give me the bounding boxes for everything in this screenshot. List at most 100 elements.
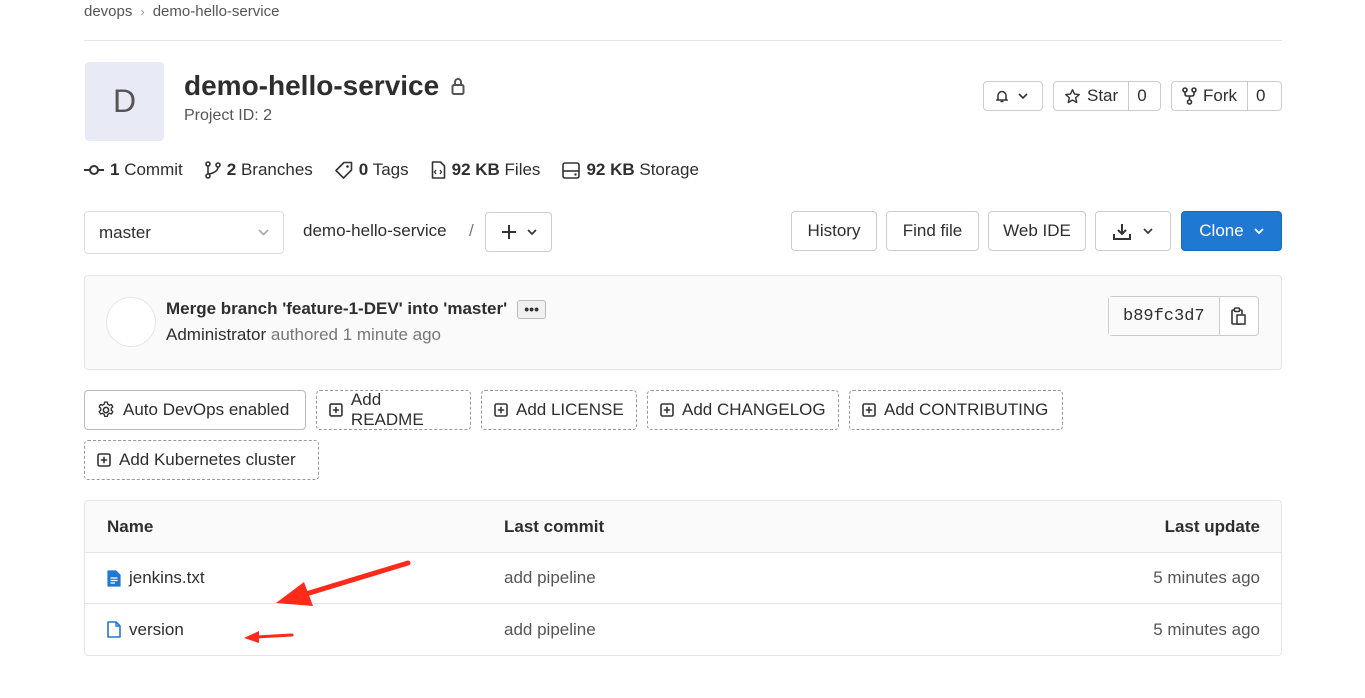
- clone-label: Clone: [1199, 221, 1244, 240]
- commit-icon: [84, 165, 104, 175]
- lock-icon: [451, 78, 465, 95]
- star-button[interactable]: Star 0: [1053, 81, 1161, 111]
- project-name: demo-hello-service: [184, 70, 440, 101]
- commits-count: 1: [110, 160, 120, 179]
- star-count[interactable]: 0: [1128, 82, 1154, 110]
- add-readme-label: Add README: [350, 390, 424, 429]
- divider: [84, 40, 1282, 41]
- breadcrumb: devops › demo-hello-service: [84, 3, 279, 20]
- add-file-dropdown[interactable]: [485, 212, 552, 252]
- path-separator: /: [469, 221, 474, 240]
- add-license-label: Add LICENSE: [516, 400, 624, 419]
- chevron-down-icon: [526, 229, 537, 235]
- plus-square-icon: [494, 403, 508, 417]
- plus-square-icon: [329, 403, 343, 417]
- stat-tags[interactable]: 0 Tags: [334, 160, 409, 180]
- download-dropdown[interactable]: [1095, 211, 1171, 251]
- add-kubernetes-label: Add Kubernetes cluster: [119, 450, 296, 469]
- add-kubernetes-cluster-button[interactable]: Add Kubernetes cluster: [84, 440, 319, 480]
- file-tree-table: Name Last commit Last update jenkins.txt…: [84, 500, 1282, 656]
- branch-dropdown[interactable]: master: [84, 211, 284, 254]
- commit-meta: Administrator authored 1 minute ago: [166, 325, 441, 345]
- file-code-icon: [431, 161, 445, 179]
- add-changelog-button[interactable]: Add CHANGELOG: [647, 390, 839, 430]
- project-id: Project ID: 2: [184, 107, 273, 124]
- plus-square-icon: [97, 453, 111, 467]
- clone-button[interactable]: Clone: [1181, 211, 1282, 251]
- auto-devops-label: Auto DevOps enabled: [123, 400, 290, 419]
- file-commit-link[interactable]: add pipeline: [504, 568, 596, 588]
- file-text-icon: [107, 569, 121, 587]
- file-name-cell: jenkins.txt: [107, 568, 205, 588]
- project-avatar-letter: D: [112, 83, 137, 119]
- storage-label: Storage: [639, 160, 699, 179]
- storage-icon: [562, 161, 581, 179]
- gear-icon: [98, 401, 114, 418]
- commits-label: Commit: [124, 160, 183, 179]
- header-name: Name: [107, 516, 154, 536]
- file-link[interactable]: version: [129, 620, 184, 640]
- branches-count: 2: [226, 160, 237, 179]
- history-button[interactable]: History: [791, 211, 877, 251]
- stat-branches[interactable]: 2 Branches: [204, 160, 313, 180]
- tag-icon: [334, 161, 353, 179]
- header-last-commit: Last commit: [504, 516, 605, 536]
- plus-square-icon: [862, 403, 876, 417]
- storage-size: 92 KB: [586, 160, 635, 179]
- fork-count[interactable]: 0: [1247, 82, 1273, 110]
- auto-devops-button[interactable]: Auto DevOps enabled: [84, 390, 306, 430]
- add-contributing-button[interactable]: Add CONTRIBUTING: [849, 390, 1063, 430]
- repo-path-link[interactable]: demo-hello-service: [303, 221, 447, 241]
- avatar[interactable]: [106, 297, 156, 347]
- notification-dropdown[interactable]: [983, 81, 1043, 111]
- stat-files[interactable]: 92 KB Files: [431, 160, 541, 180]
- file-updated: 5 minutes ago: [1153, 568, 1260, 587]
- project-stats: 1 Commit 2 Branches 0 Tags 92 KB Files 9…: [84, 160, 699, 180]
- chevron-down-icon: [1254, 228, 1264, 234]
- find-file-button[interactable]: Find file: [886, 211, 979, 251]
- web-ide-button[interactable]: Web IDE: [988, 211, 1086, 251]
- commit-sha-group: b89fc3d7: [1108, 296, 1259, 336]
- stat-storage[interactable]: 92 KB Storage: [562, 160, 699, 180]
- file-link[interactable]: jenkins.txt: [129, 568, 205, 588]
- tags-label: Tags: [372, 160, 409, 179]
- fork-icon: [1182, 87, 1197, 105]
- stat-commits[interactable]: 1 Commit: [84, 160, 183, 180]
- last-commit-panel: Merge branch 'feature-1-DEV' into 'maste…: [84, 275, 1282, 370]
- files-size: 92 KB: [451, 160, 500, 179]
- file-updated: 5 minutes ago: [1153, 619, 1260, 639]
- branches-label: Branches: [240, 160, 313, 179]
- table-header: Name Last commit Last update: [85, 501, 1281, 553]
- breadcrumb-project-link[interactable]: demo-hello-service: [153, 3, 280, 20]
- commit-title: Merge branch 'feature-1-DEV' into 'maste…: [166, 299, 547, 319]
- table-row[interactable]: version add pipeline 5 minutes ago: [85, 604, 1281, 655]
- commit-message-link[interactable]: Merge branch 'feature-1-DEV' into 'maste…: [166, 299, 507, 319]
- copy-sha-button[interactable]: [1220, 297, 1258, 335]
- chevron-down-icon: [1143, 228, 1153, 234]
- file-commit-link[interactable]: add pipeline: [504, 620, 596, 640]
- add-license-button[interactable]: Add LICENSE: [481, 390, 637, 430]
- branch-name: master: [99, 222, 151, 242]
- download-icon: [1113, 223, 1131, 240]
- breadcrumb-group-link[interactable]: devops: [84, 3, 132, 20]
- commit-author-link[interactable]: Administrator: [166, 325, 266, 344]
- bell-icon: [996, 90, 1008, 102]
- fork-button[interactable]: Fork 0: [1171, 81, 1282, 111]
- fork-label: Fork: [1203, 86, 1237, 105]
- tags-count: 0: [358, 160, 369, 179]
- add-readme-button[interactable]: Add README: [316, 390, 471, 430]
- commit-sha-label[interactable]: b89fc3d7: [1109, 297, 1220, 335]
- file-name-cell: version: [107, 620, 184, 640]
- table-row[interactable]: jenkins.txt add pipeline 5 minutes ago: [85, 553, 1281, 604]
- file-icon: [107, 621, 121, 638]
- page-title: demo-hello-service: [184, 70, 465, 102]
- breadcrumb-separator: ›: [140, 4, 145, 19]
- star-label: Star: [1087, 86, 1119, 105]
- files-label: Files: [504, 160, 541, 179]
- star-icon: [1065, 88, 1080, 103]
- plus-icon: [501, 225, 516, 239]
- project-avatar: D: [85, 62, 164, 141]
- branch-icon: [204, 161, 221, 179]
- expand-commit-button[interactable]: •••: [517, 299, 547, 319]
- add-changelog-label: Add CHANGELOG: [682, 400, 826, 419]
